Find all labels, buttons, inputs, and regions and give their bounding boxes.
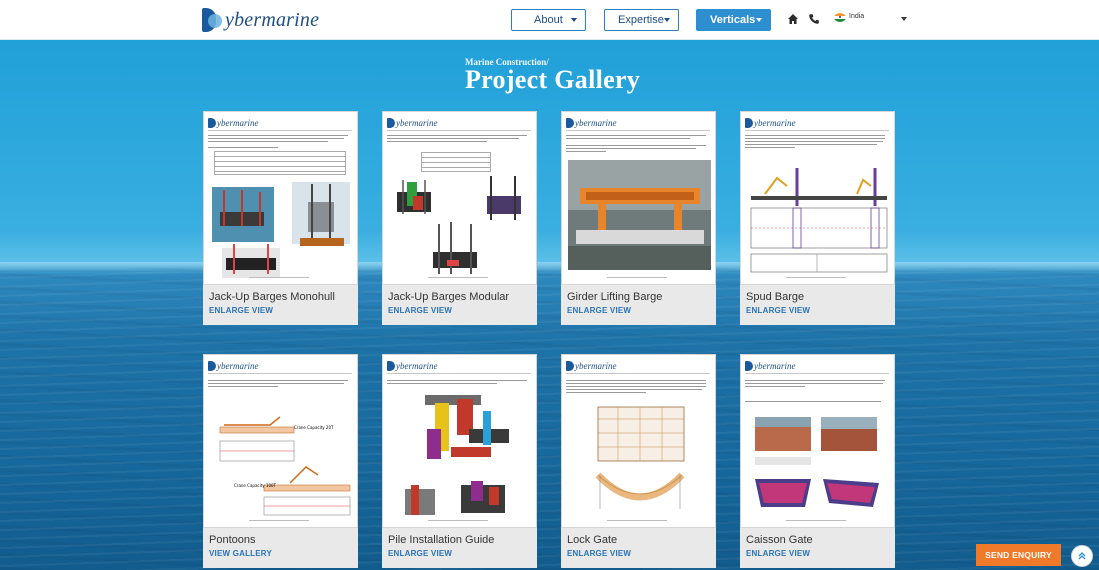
enlarge-view-link[interactable]: ENLARGE VIEW xyxy=(567,549,631,558)
project-document-thumbnail[interactable]: ybermarine xyxy=(382,354,537,528)
card-caption: Jack-Up Barges Modular xyxy=(388,291,510,303)
nav-verticals-label: Verticals xyxy=(710,14,756,26)
enlarge-view-link[interactable]: ENLARGE VIEW xyxy=(388,549,452,558)
chevron-down-icon xyxy=(571,18,577,22)
chevron-down-icon xyxy=(756,18,762,22)
doc-logo: ybermarine xyxy=(208,361,259,371)
jackup-barge-photos xyxy=(212,182,350,278)
sea-background xyxy=(0,268,1099,570)
project-document-thumbnail[interactable]: ybermarine xyxy=(203,111,358,285)
gallery-card-spud-barge[interactable]: ybermarine Spud Barge ENLARGE VIEW xyxy=(740,111,895,325)
home-icon[interactable] xyxy=(787,13,799,25)
view-gallery-link[interactable]: VIEW GALLERY xyxy=(209,549,272,558)
project-document-thumbnail[interactable]: ybermarine Crane Capacity 20T Crane Capa… xyxy=(203,354,358,528)
doc-logo: ybermarine xyxy=(745,118,796,128)
gallery-card-caisson-gate[interactable]: ybermarine Caisson Gate ENLARGE VIEW xyxy=(740,354,895,568)
doc-logo: ybermarine xyxy=(566,118,617,128)
gallery-card-girder-lifting-barge[interactable]: ybermarine Girder Lifting Barge ENLARGE … xyxy=(561,111,716,325)
girder-barge-photo xyxy=(568,160,711,270)
gallery-card-jackup-monohull[interactable]: ybermarine Jack-Up Barges Monohull ENLAR… xyxy=(203,111,358,325)
modular-barge-renders xyxy=(397,176,521,274)
card-caption: Caisson Gate xyxy=(746,534,813,546)
doc-logo: ybermarine xyxy=(566,361,617,371)
card-caption: Lock Gate xyxy=(567,534,618,546)
enlarge-view-link[interactable]: ENLARGE VIEW xyxy=(746,306,810,315)
gallery-card-pontoons[interactable]: ybermarine Crane Capacity 20T Crane Capa… xyxy=(203,354,358,568)
project-document-thumbnail[interactable]: ybermarine xyxy=(740,111,895,285)
svg-text:Crane Capacity 100T: Crane Capacity 100T xyxy=(234,483,277,488)
card-caption: Pontoons xyxy=(209,534,256,546)
nav-verticals-dropdown[interactable]: Verticals xyxy=(696,9,771,31)
enlarge-view-link[interactable]: ENLARGE VIEW xyxy=(567,306,631,315)
doc-logo: ybermarine xyxy=(387,361,438,371)
doc-logo: ybermarine xyxy=(745,361,796,371)
card-caption: Spud Barge xyxy=(746,291,805,303)
nav-expertise-dropdown[interactable]: Expertise xyxy=(604,9,679,31)
project-document-thumbnail[interactable]: ybermarine xyxy=(561,354,716,528)
lock-gate-drawing xyxy=(595,406,685,509)
chevron-up-icon xyxy=(1078,552,1086,560)
chevron-down-icon[interactable] xyxy=(901,17,907,21)
svg-text:Crane Capacity 20T: Crane Capacity 20T xyxy=(294,425,334,430)
site-logo[interactable]: ybermarine xyxy=(202,6,319,34)
site-header: ybermarine About Expertise Verticals Ind… xyxy=(0,0,1099,40)
gallery-card-pile-installation-guide[interactable]: ybermarine Pile Installation Guide ENLAR… xyxy=(382,354,537,568)
nav-about-dropdown[interactable]: About xyxy=(511,9,586,31)
nav-expertise-label: Expertise xyxy=(618,14,664,26)
horizon xyxy=(0,262,1099,272)
project-document-thumbnail[interactable]: ybermarine xyxy=(561,111,716,285)
logo-mark-icon xyxy=(202,8,224,32)
card-caption: Jack-Up Barges Monohull xyxy=(209,291,335,303)
card-caption: Girder Lifting Barge xyxy=(567,291,663,303)
spud-barge-drawing xyxy=(750,168,888,273)
phone-icon[interactable] xyxy=(808,13,820,25)
pile-guide-renders xyxy=(405,395,509,515)
enlarge-view-link[interactable]: ENLARGE VIEW xyxy=(388,306,452,315)
project-document-thumbnail[interactable]: ybermarine xyxy=(740,354,895,528)
chevron-down-icon xyxy=(664,18,670,22)
doc-logo: ybermarine xyxy=(387,118,438,128)
enlarge-view-link[interactable]: ENLARGE VIEW xyxy=(209,306,273,315)
enlarge-view-link[interactable]: ENLARGE VIEW xyxy=(746,549,810,558)
india-flag-icon xyxy=(834,13,846,22)
card-caption: Pile Installation Guide xyxy=(388,534,495,546)
gallery-card-lock-gate[interactable]: ybermarine Lock Gate ENLARGE VIEW xyxy=(561,354,716,568)
logo-text: ybermarine xyxy=(225,8,320,31)
pontoon-drawings: Crane Capacity 20T Crane Capacity 100T xyxy=(219,416,351,516)
doc-logo: ybermarine xyxy=(208,118,259,128)
gallery-card-jackup-modular[interactable]: ybermarine Jack-Up Barges Modular ENLARG… xyxy=(382,111,537,325)
nav-about-label: About xyxy=(534,14,563,26)
page-title: Project Gallery xyxy=(465,65,641,94)
scroll-to-top-button[interactable] xyxy=(1071,545,1093,567)
country-selector-label[interactable]: India xyxy=(849,13,864,20)
project-document-thumbnail[interactable]: ybermarine xyxy=(382,111,537,285)
caisson-gate-photos xyxy=(755,417,879,507)
send-enquiry-button[interactable]: SEND ENQUIRY xyxy=(976,544,1061,566)
